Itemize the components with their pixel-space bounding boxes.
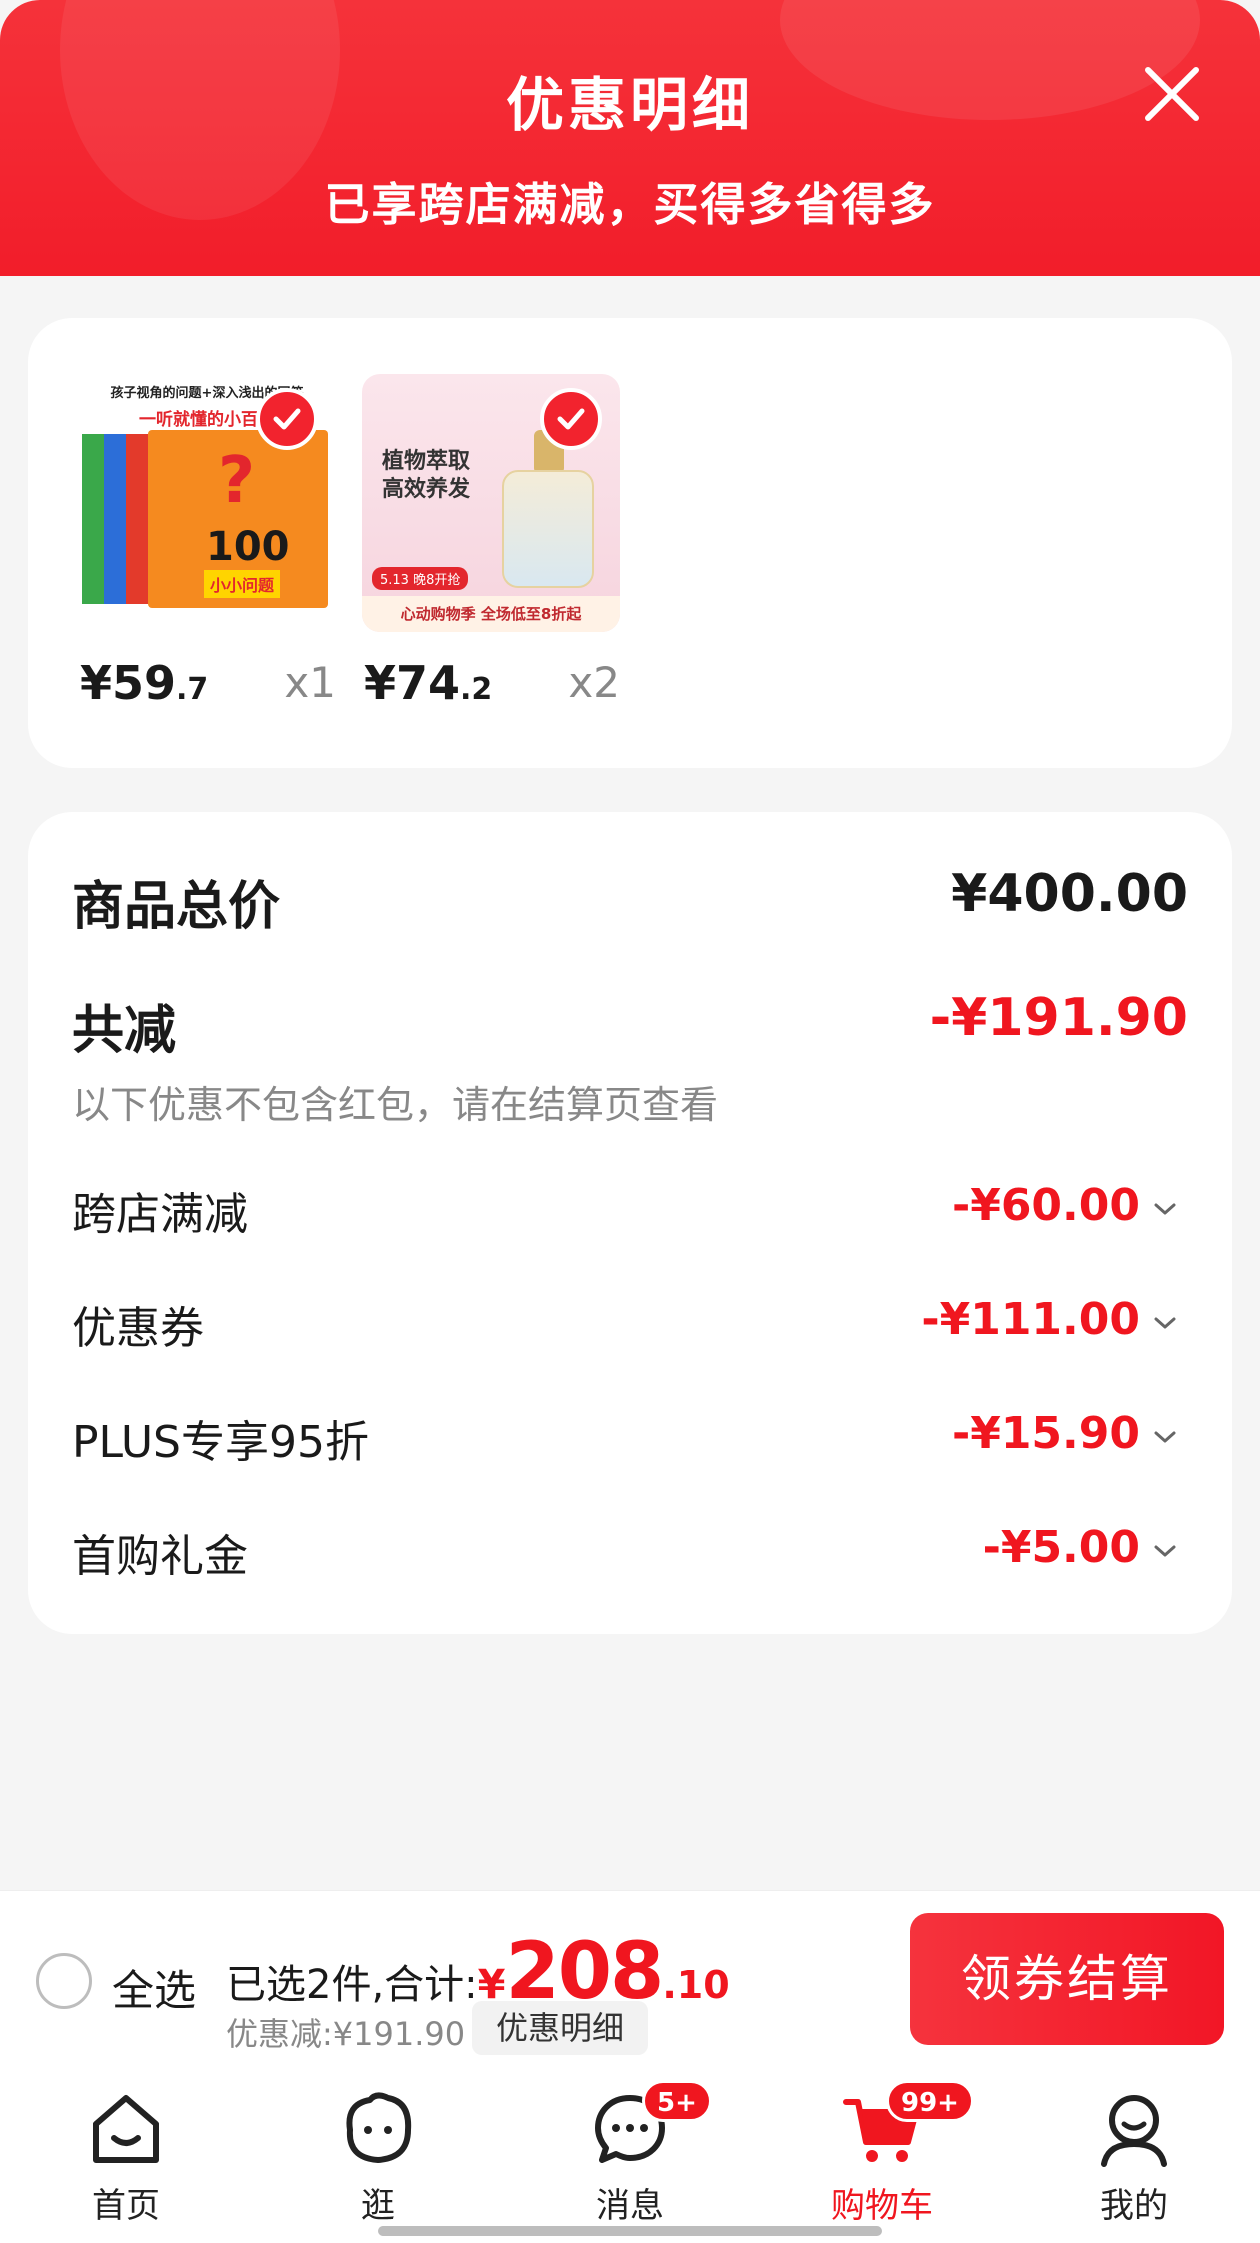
discount-value: -¥5.00 xyxy=(982,1522,1140,1573)
home-icon xyxy=(93,2095,159,2163)
product-quantity: x2 xyxy=(568,658,620,707)
home-indicator[interactable] xyxy=(378,2226,882,2236)
discount-label: PLUS专享95折 xyxy=(72,1417,369,1468)
discount-value: -¥15.90 xyxy=(951,1408,1140,1459)
close-icon xyxy=(1145,67,1199,121)
total-reduction-label: 共减 xyxy=(72,1001,177,1061)
selected-check-icon[interactable] xyxy=(256,388,318,450)
discount-value: -¥111.00 xyxy=(921,1294,1140,1345)
chevron-down-icon[interactable] xyxy=(1152,1538,1178,1564)
chevron-down-icon[interactable] xyxy=(1152,1310,1178,1336)
discount-label: 首购礼金 xyxy=(72,1531,248,1582)
chevron-down-icon[interactable] xyxy=(1152,1196,1178,1222)
discount-detail-button[interactable]: 优惠明细 xyxy=(472,2001,649,2055)
tab-home[interactable]: 首页 xyxy=(26,2086,226,2236)
discount-label: 跨店满减 xyxy=(72,1189,248,1240)
tab-browse[interactable]: 逛 xyxy=(278,2086,478,2236)
discount-label: 优惠券 xyxy=(72,1303,204,1354)
discount-row-first-purchase[interactable]: 首购礼金 -¥5.00 xyxy=(28,1520,1232,1600)
profile-icon xyxy=(1101,2095,1167,2167)
message-badge: 5+ xyxy=(642,2080,712,2122)
select-all-radio[interactable] xyxy=(36,1953,92,2009)
selected-products-card: 孩子视角的问题+深入浅出的回答 一听就懂的小百科 ? 100 小小问题 ¥59.… xyxy=(28,318,1232,768)
select-all-label[interactable]: 全选 xyxy=(112,1957,196,2018)
bottom-tab-bar: 首页 逛 消息 5+ 购物车 99+ 我的 xyxy=(0,2068,1260,2243)
discount-row-plus[interactable]: PLUS专享95折 -¥15.90 xyxy=(28,1406,1232,1486)
total-reduction-value: -¥191.90 xyxy=(929,988,1188,1048)
total-price-label: 商品总价 xyxy=(72,877,281,937)
cart-badge: 99+ xyxy=(886,2080,974,2122)
thumb-caption: 植物萃取 高效养发 xyxy=(382,449,471,502)
price-breakdown-card: 商品总价 ¥400.00 共减 -¥191.90 以下优惠不包含红包，请在结算页… xyxy=(28,812,1232,1634)
page-subtitle: 已享跨店满减，买得多省得多 xyxy=(324,178,936,231)
checkout-button[interactable]: 领券结算 xyxy=(910,1913,1224,2045)
chevron-down-icon[interactable] xyxy=(1152,1424,1178,1450)
page-title: 优惠明细 xyxy=(505,71,754,139)
header-banner: 优惠明细 已享跨店满减，买得多省得多 xyxy=(0,0,1260,276)
tab-profile[interactable]: 我的 xyxy=(1034,2086,1234,2236)
discount-row-coupon[interactable]: 优惠券 -¥111.00 xyxy=(28,1292,1232,1372)
browse-icon xyxy=(346,2092,412,2163)
selected-check-icon[interactable] xyxy=(540,388,602,450)
tab-cart[interactable]: 购物车 99+ xyxy=(782,2080,982,2236)
product-quantity: x1 xyxy=(284,658,336,707)
tab-messages[interactable]: 消息 5+ xyxy=(530,2080,730,2236)
close-button[interactable] xyxy=(1140,62,1204,126)
discount-row-cross-store[interactable]: 跨店满减 -¥60.00 xyxy=(28,1178,1232,1258)
discount-note: 以下优惠不包含红包，请在结算页查看 xyxy=(72,1083,719,1127)
checkout-bar: 全选 已选2件,合计:¥208.10 优惠减:¥191.90 优惠明细 领券结算 xyxy=(0,1890,1260,2068)
total-price-value: ¥400.00 xyxy=(951,864,1188,924)
discount-value: -¥60.00 xyxy=(951,1180,1140,1231)
discount-summary: 优惠减:¥191.90 xyxy=(226,2015,466,2053)
